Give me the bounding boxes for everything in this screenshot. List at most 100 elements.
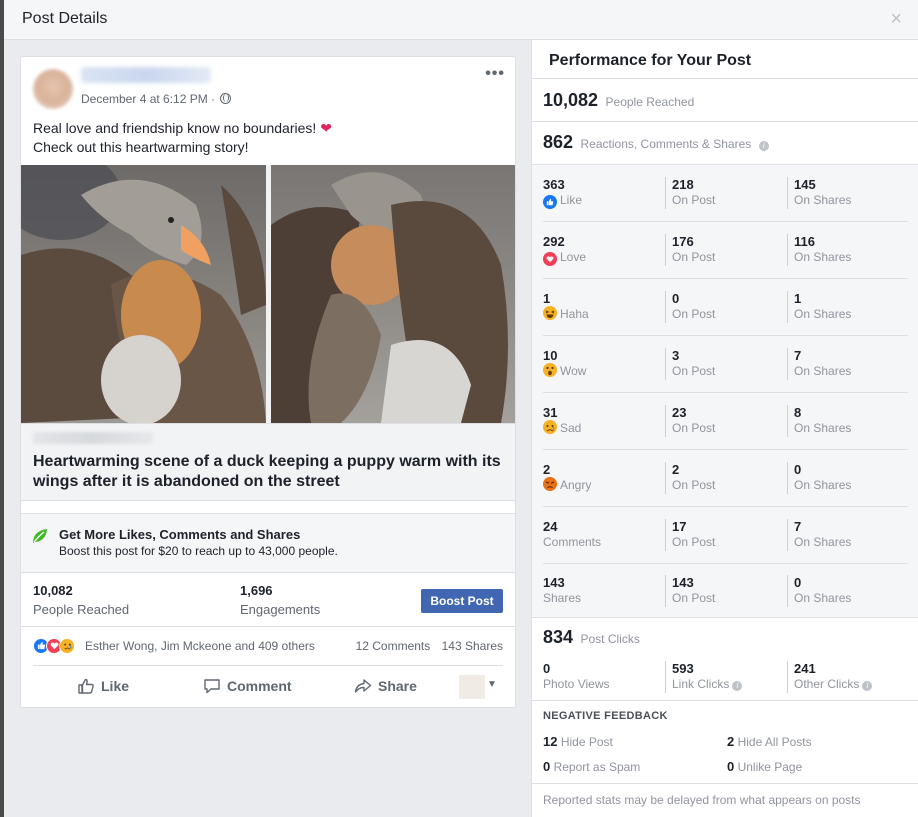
thumbs-up-icon <box>78 678 94 694</box>
other-clicks-wrap: Other Clicks i <box>794 676 873 692</box>
photo-views-num: 0 <box>543 661 551 676</box>
post-details-dialog: Post Details × December 4 at 6:12 PM · •… <box>4 0 918 817</box>
page-avatar <box>459 675 485 699</box>
comments-count[interactable]: 12 Comments <box>356 639 431 653</box>
love-label: Love <box>560 250 587 264</box>
hide-all-num: 2 <box>727 734 735 749</box>
reactions-summary: Esther Wong, Jim Mckeone and 409 others … <box>21 637 515 657</box>
breakdown-row-shares: 143 Shares 143 On Post 0 On Shares <box>532 563 918 620</box>
on-post-label: On Post <box>672 591 716 605</box>
boost-subtitle: Boost this post for $20 to reach up to 4… <box>59 544 338 558</box>
comment-action-label[interactable]: Comment <box>227 678 292 694</box>
post-clicks-row: 834 Post Clicks <box>543 627 640 648</box>
chevron-down-icon: ▼ <box>487 679 497 690</box>
unlike-label: Unlike Page <box>737 760 803 774</box>
reactors-names[interactable]: Esther Wong, Jim Mckeone and 409 others <box>85 639 315 653</box>
on-post-cell: 2 On Post <box>665 462 715 494</box>
on-post-label: On Post <box>672 535 716 549</box>
breakdown-row-love: 292 Love 176 On Post 116 On Shares <box>532 222 918 279</box>
duck-photo-right <box>271 165 515 423</box>
share-action-button[interactable]: Share <box>354 677 417 695</box>
total-cell: 1 Haha <box>543 291 589 322</box>
on-shares-label: On Shares <box>794 535 852 549</box>
link-clicks-wrap: Link Clicks i <box>672 676 743 692</box>
other-clicks-cell: 241 Other Clicks i <box>787 661 873 693</box>
love-on-post: 176 <box>672 234 694 249</box>
comment-action-button[interactable]: Comment <box>203 677 292 695</box>
share-action-label[interactable]: Share <box>378 678 417 694</box>
clicks-breakdown: 0 Photo Views 593 Link Clicks i 241 Other… <box>532 661 918 700</box>
more-options-icon[interactable]: ••• <box>485 65 505 83</box>
post-clicks-num: 834 <box>543 627 574 647</box>
divider <box>532 121 918 122</box>
like-icon <box>543 195 557 209</box>
negative-feedback-title: NEGATIVE FEEDBACK <box>543 710 668 722</box>
post-message: Real love and friendship know no boundar… <box>33 119 503 157</box>
on-post-cell: 218 On Post <box>665 177 715 209</box>
total-cell: 143 Shares <box>543 575 581 606</box>
author-name-blurred[interactable] <box>81 67 211 83</box>
rcs-row: 862 Reactions, Comments & Shares i <box>543 132 769 153</box>
divider <box>532 700 918 701</box>
like-action-button[interactable]: Like <box>77 677 129 695</box>
info-icon[interactable]: i <box>758 141 769 151</box>
like-action-label[interactable]: Like <box>101 678 129 694</box>
total-cell: 10 Wow <box>543 348 586 379</box>
rcs-label: Reactions, Comments & Shares <box>580 137 752 151</box>
shares-label: Shares <box>543 591 582 605</box>
reached-label: People Reached <box>33 602 130 617</box>
haha-label-wrap: Haha <box>543 306 589 322</box>
on-post-cell: 143 On Post <box>665 575 715 607</box>
on-post-cell: 3 On Post <box>665 348 715 380</box>
like-on-shares: 145 <box>794 177 816 192</box>
reactions-breakdown: 363 Like 218 On Post 145 On Shares 292 Lov… <box>532 164 918 618</box>
people-reached-num: 10,082 <box>543 90 599 110</box>
on-shares-label: On Shares <box>794 478 852 492</box>
close-icon[interactable]: × <box>890 8 902 31</box>
on-shares-cell: 0 On Shares <box>787 575 851 607</box>
angry-total: 2 <box>543 462 551 477</box>
comments-total: 24 <box>543 519 558 534</box>
info-icon[interactable]: i <box>862 681 873 691</box>
avatar[interactable] <box>33 69 73 109</box>
link-title[interactable]: Heartwarming scene of a duck keeping a p… <box>33 452 509 492</box>
boost-post-button[interactable]: Boost Post <box>421 589 503 613</box>
page-selector[interactable]: ▼ <box>459 675 505 699</box>
link-preview[interactable]: Heartwarming scene of a duck keeping a p… <box>21 423 515 501</box>
shares-count[interactable]: 143 Shares <box>442 639 503 653</box>
total-cell: 2 Angry <box>543 462 591 493</box>
sad-icon <box>59 638 75 654</box>
reached-num: 10,082 <box>33 583 73 598</box>
leaf-icon <box>33 529 47 543</box>
angry-label: Angry <box>560 478 592 492</box>
on-shares-label: On Shares <box>794 421 852 435</box>
comments-label: Comments <box>543 535 602 549</box>
hide-post-label: Hide Post <box>560 735 613 749</box>
photo-views-cell: 0 Photo Views <box>543 661 610 692</box>
shares-on-post: 143 <box>672 575 694 590</box>
total-cell: 363 Like <box>543 177 582 209</box>
post-timestamp[interactable]: December 4 at 6:12 PM · <box>81 92 232 106</box>
sad-label-wrap: Sad <box>543 420 581 436</box>
angry-label-wrap: Angry <box>543 477 591 493</box>
spam-num: 0 <box>543 759 551 774</box>
hide-all-stat: 2 Hide All Posts <box>727 734 812 749</box>
performance-panel: Performance for Your Post 10,082 People … <box>531 40 918 817</box>
other-clicks-label: Other Clicks <box>794 677 860 691</box>
info-icon[interactable]: i <box>732 681 743 691</box>
timestamp-text[interactable]: December 4 at 6:12 PM · <box>81 92 215 106</box>
sad-on-post: 23 <box>672 405 687 420</box>
on-shares-label: On Shares <box>794 307 852 321</box>
haha-on-shares: 1 <box>794 291 802 306</box>
haha-icon <box>543 306 557 320</box>
post-image[interactable] <box>21 165 515 423</box>
post-text-line1: Real love and friendship know no boundar… <box>33 120 317 136</box>
globe-icon <box>220 93 232 104</box>
on-post-label: On Post <box>672 421 716 435</box>
heart-emoji: ❤ <box>320 120 332 136</box>
unlike-stat: 0 Unlike Page <box>727 759 802 774</box>
hide-post-num: 12 <box>543 734 558 749</box>
love-total: 292 <box>543 234 565 249</box>
performance-title: Performance for Your Post <box>549 52 752 69</box>
angry-on-shares: 0 <box>794 462 802 477</box>
